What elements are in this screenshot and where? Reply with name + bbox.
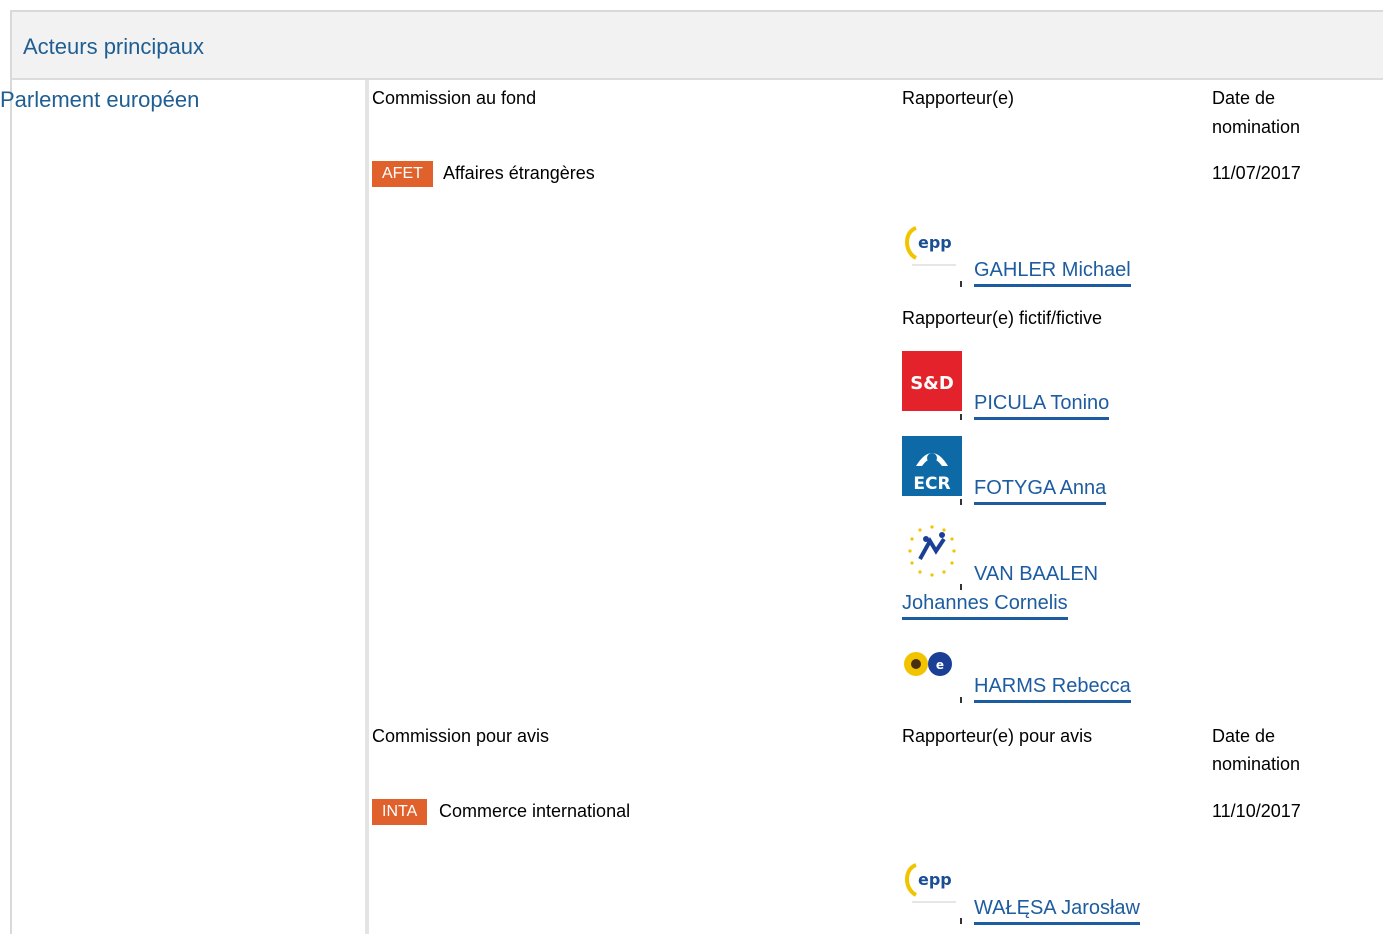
shadow-rapporteur-label: Rapporteur(e) fictif/fictive: [902, 308, 1103, 328]
col-header-commission-avis: Commission pour avis: [372, 726, 550, 746]
tick-mark: [960, 414, 962, 420]
svg-text:epp: epp: [918, 870, 952, 889]
tick-mark: [960, 697, 962, 703]
tick-mark: [960, 281, 962, 287]
svg-text:e: e: [936, 658, 944, 672]
nomination-date-afet: 11/07/2017: [1212, 163, 1301, 183]
epp-logo-icon: epp: [902, 855, 962, 915]
main-frame: [10, 10, 1383, 934]
col-header-commission-fond: Commission au fond: [372, 88, 537, 108]
col-header-date-line1: Date de: [1212, 88, 1276, 108]
alde-logo-icon: [902, 521, 962, 581]
institution-title: Parlement européen: [0, 87, 200, 112]
sd-logo-icon: S&D: [902, 351, 962, 411]
committee-badge-inta: INTA: [372, 799, 428, 825]
epp-logo-icon: epp: [902, 218, 962, 278]
svg-text:epp: epp: [918, 233, 952, 252]
col-header-date-line2: nomination: [1212, 117, 1301, 137]
greens-efa-logo-icon: e: [902, 634, 962, 694]
section-header: Acteurs principaux: [12, 12, 1383, 80]
committee-name-afet: Affaires étrangères: [443, 163, 595, 183]
column-divider: [365, 80, 369, 934]
col-header-date-avis-line1: Date de: [1212, 726, 1276, 746]
tick-mark: [960, 499, 962, 505]
svg-text:S&D: S&D: [910, 373, 954, 394]
shadow-link-fotyga[interactable]: FOTYGA Anna: [974, 474, 1107, 505]
committee-badge-afet: AFET: [372, 161, 433, 187]
shadow-link-van-baalen-line2[interactable]: Johannes Cornelis: [902, 589, 1068, 620]
nomination-date-inta: 11/10/2017: [1212, 801, 1301, 821]
committee-name-inta: Commerce international: [439, 801, 631, 821]
shadow-link-harms[interactable]: HARMS Rebecca: [974, 672, 1131, 703]
col-header-date-avis-line2: nomination: [1212, 754, 1301, 774]
shadow-link-van-baalen-line1[interactable]: VAN BAALEN: [974, 560, 1098, 588]
col-header-rapporteur: Rapporteur(e): [902, 88, 1015, 108]
rapporteur-link-gahler[interactable]: GAHLER Michael: [974, 256, 1131, 287]
shadow-link-picula[interactable]: PICULA Tonino: [974, 389, 1110, 420]
ecr-logo-icon: ECR: [902, 436, 962, 496]
section-title: Acteurs principaux: [23, 34, 204, 59]
tick-mark: [960, 918, 962, 924]
rapporteur-link-walesa[interactable]: WAŁĘSA Jarosław: [974, 894, 1140, 925]
svg-text:ECR: ECR: [913, 474, 950, 494]
col-header-rapporteur-avis: Rapporteur(e) pour avis: [902, 726, 1093, 746]
